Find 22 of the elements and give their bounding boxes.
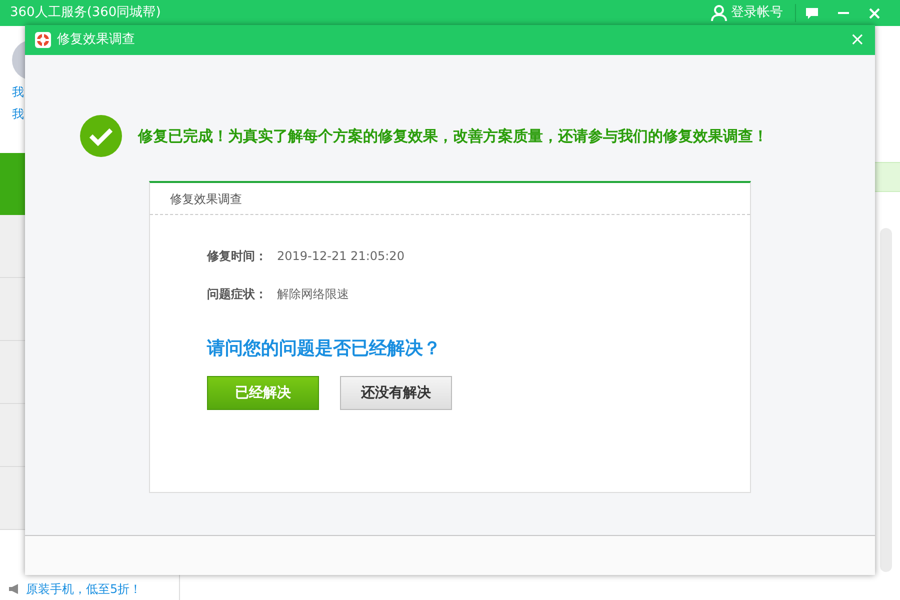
app-title: 360人工服务(360同城帮) <box>10 4 161 22</box>
user-icon <box>711 4 727 22</box>
chat-icon[interactable] <box>806 8 818 18</box>
lifebuoy-icon <box>35 32 51 48</box>
close-icon[interactable] <box>869 8 880 18</box>
field-value: 解除网络限速 <box>277 286 349 303</box>
scrollbar[interactable] <box>880 228 892 572</box>
check-icon <box>80 115 122 157</box>
unresolved-button[interactable]: 还没有解决 <box>340 376 452 410</box>
survey-question: 请问您的问题是否已经解决？ <box>207 337 441 361</box>
sidebar-link[interactable]: 我 <box>12 104 24 124</box>
login-button[interactable]: 登录帐号 <box>711 0 795 26</box>
completion-message: 修复已完成！为真实了解每个方案的修复效果，改善方案质量，还请参与我们的修复效果调查！ <box>138 126 768 147</box>
survey-heading: 修复效果调查 <box>170 190 242 208</box>
field-value: 2019-12-21 21:05:20 <box>277 248 404 265</box>
dialog-title: 修复效果调查 <box>57 31 135 50</box>
promo-link[interactable]: 原装手机，低至5折！ <box>26 580 142 598</box>
dialog-close-button[interactable]: × <box>850 31 865 49</box>
field-label: 修复时间： <box>207 248 268 265</box>
resolved-button[interactable]: 已经解决 <box>207 376 319 410</box>
sidebar-link[interactable]: 我 <box>12 82 24 102</box>
field-label: 问题症状： <box>207 286 268 303</box>
